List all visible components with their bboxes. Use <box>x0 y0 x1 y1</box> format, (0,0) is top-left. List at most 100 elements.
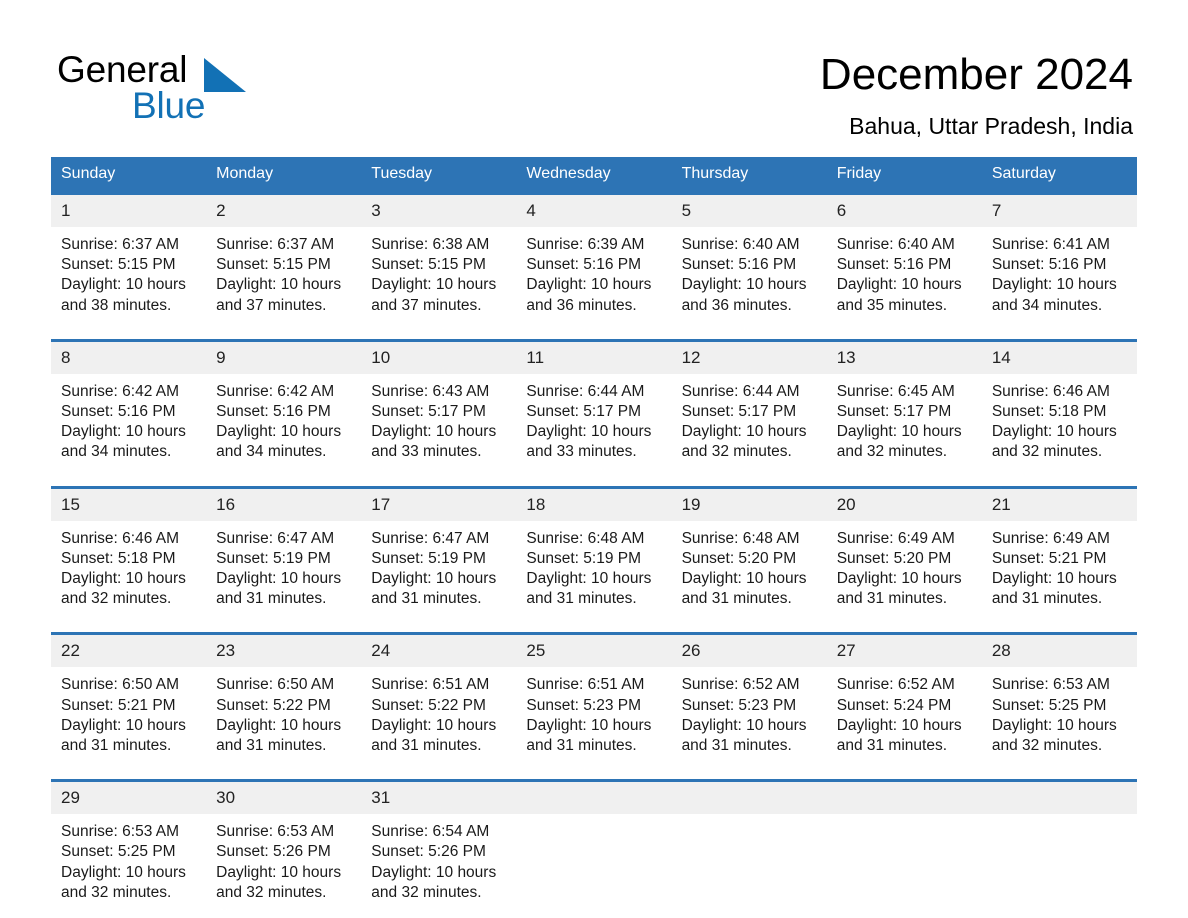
sunset-text: Sunset: 5:17 PM <box>681 403 797 421</box>
day-cell[interactable]: 25 Sunrise: 6:51 AM Sunset: 5:23 PM Dayligh… <box>516 632 672 763</box>
day-cell[interactable]: 3 Sunrise: 6:38 AM Sunset: 5:15 PM Daylight… <box>361 191 517 322</box>
day-cell[interactable]: 17 Sunrise: 6:47 AM Sunset: 5:19 PM Dayligh… <box>361 485 517 616</box>
day-cell[interactable]: 26 Sunrise: 6:52 AM Sunset: 5:23 PM Dayligh… <box>671 632 827 763</box>
sunset-text: Sunset: 5:17 PM <box>371 403 486 421</box>
sunset-text: Sunset: 5:19 PM <box>371 549 486 567</box>
sunrise-text: Sunrise: 6:49 AM <box>991 529 1110 547</box>
daylight-text: Daylight: 10 hours and 38 minutes. <box>61 276 186 314</box>
sunset-text: Sunset: 5:15 PM <box>61 256 176 274</box>
day-number: 20 <box>826 488 982 521</box>
day-cell[interactable]: 7 Sunrise: 6:41 AM Sunset: 5:16 PM Daylight… <box>981 191 1137 322</box>
week-spacer <box>51 615 1137 634</box>
daylight-text: Daylight: 10 hours and 31 minutes. <box>216 716 342 755</box>
day-number: 17 <box>361 488 517 521</box>
day-cell[interactable]: 10 Sunrise: 6:43 AM Sunset: 5:17 PM Dayligh… <box>361 338 517 469</box>
calendar-week-row: 8 Sunrise: 6:42 AM Sunset: 5:16 PM Daylight… <box>51 338 1137 469</box>
week-spacer-cell <box>51 615 1137 634</box>
sunrise-text: Sunrise: 6:38 AM <box>371 236 490 253</box>
day-cell[interactable]: 8 Sunrise: 6:42 AM Sunset: 5:16 PM Daylight… <box>51 338 207 469</box>
day-cell[interactable]: 22 Sunrise: 6:50 AM Sunset: 5:21 PM Dayligh… <box>51 632 207 763</box>
day-number <box>826 782 982 815</box>
sunrise-text: Sunrise: 6:46 AM <box>61 529 180 547</box>
day-cell[interactable]: 30 Sunrise: 6:53 AM Sunset: 5:26 PM Dayligh… <box>206 779 362 917</box>
weekday-header-sunday: Sunday <box>51 157 207 194</box>
day-cell[interactable]: 21 Sunrise: 6:49 AM Sunset: 5:21 PM Dayligh… <box>981 485 1137 616</box>
daylight-text: Daylight: 10 hours and 35 minutes. <box>836 276 962 314</box>
day-cell-body: Sunrise: 6:39 AM Sunset: 5:16 PM Daylight:… <box>516 227 671 322</box>
day-cell[interactable]: 29 Sunrise: 6:53 AM Sunset: 5:25 PM Dayligh… <box>51 779 207 917</box>
day-cell[interactable]: 23 Sunrise: 6:50 AM Sunset: 5:22 PM Dayligh… <box>206 632 362 763</box>
day-cell-body: Sunrise: 6:53 AM Sunset: 5:25 PM Daylight:… <box>982 667 1137 762</box>
day-cell[interactable]: 6 Sunrise: 6:40 AM Sunset: 5:16 PM Daylight… <box>826 191 982 322</box>
sunset-text: Sunset: 5:16 PM <box>526 256 642 274</box>
daylight-text: Daylight: 10 hours and 32 minutes. <box>991 423 1117 461</box>
triangle-icon <box>204 58 246 92</box>
day-cell[interactable]: 16 Sunrise: 6:47 AM Sunset: 5:19 PM Dayligh… <box>206 485 362 616</box>
day-cell[interactable]: 31 Sunrise: 6:54 AM Sunset: 5:26 PM Dayligh… <box>361 779 517 917</box>
sunset-text: Sunset: 5:18 PM <box>991 403 1107 421</box>
day-cell[interactable]: 13 Sunrise: 6:45 AM Sunset: 5:17 PM Dayligh… <box>826 338 982 469</box>
title-block: December 2024 Bahua, Uttar Pradesh, Indi… <box>820 48 1133 140</box>
week-spacer-cell <box>51 321 1137 341</box>
day-number: 29 <box>51 782 207 815</box>
general-blue-logo[interactable]: General Blue <box>57 50 317 128</box>
sunrise-text: Sunrise: 6:47 AM <box>216 529 335 547</box>
day-cell-body: Sunrise: 6:48 AM Sunset: 5:20 PM Daylight:… <box>672 521 827 616</box>
day-cell[interactable]: 18 Sunrise: 6:48 AM Sunset: 5:19 PM Dayligh… <box>516 485 672 616</box>
daylight-text: Daylight: 10 hours and 31 minutes. <box>681 716 807 755</box>
day-cell[interactable]: 12 Sunrise: 6:44 AM Sunset: 5:17 PM Dayligh… <box>671 338 827 469</box>
day-cell[interactable]: 11 Sunrise: 6:44 AM Sunset: 5:17 PM Dayligh… <box>516 338 672 469</box>
weekday-header-saturday: Saturday <box>981 157 1137 194</box>
day-cell[interactable]: 14 Sunrise: 6:46 AM Sunset: 5:18 PM Dayligh… <box>981 338 1137 469</box>
day-number: 3 <box>361 195 517 227</box>
day-cell[interactable]: 27 Sunrise: 6:52 AM Sunset: 5:24 PM Dayligh… <box>826 632 982 763</box>
sunrise-text: Sunrise: 6:44 AM <box>526 382 645 400</box>
day-number <box>981 782 1137 815</box>
day-cell[interactable]: 19 Sunrise: 6:48 AM Sunset: 5:20 PM Dayligh… <box>671 485 827 616</box>
location-subtitle: Bahua, Uttar Pradesh, India <box>849 113 1133 139</box>
day-cell[interactable]: 15 Sunrise: 6:46 AM Sunset: 5:18 PM Dayligh… <box>51 485 207 616</box>
day-number: 4 <box>516 195 672 227</box>
day-number: 25 <box>516 635 672 668</box>
sunrise-text: Sunrise: 6:40 AM <box>681 236 800 253</box>
day-cell-body <box>516 814 671 916</box>
daylight-text: Daylight: 10 hours and 37 minutes. <box>216 276 342 314</box>
sunset-text: Sunset: 5:17 PM <box>836 403 952 421</box>
day-cell-body: Sunrise: 6:50 AM Sunset: 5:21 PM Daylight:… <box>51 667 206 762</box>
sunset-text: Sunset: 5:22 PM <box>371 696 486 714</box>
day-cell-body <box>672 814 827 916</box>
day-number <box>516 782 672 815</box>
daylight-text: Daylight: 10 hours and 32 minutes. <box>681 423 807 461</box>
day-cell[interactable]: 24 Sunrise: 6:51 AM Sunset: 5:22 PM Dayligh… <box>361 632 517 763</box>
sunset-text: Sunset: 5:19 PM <box>526 549 642 567</box>
sunrise-text: Sunrise: 6:49 AM <box>836 529 955 547</box>
daylight-text: Daylight: 10 hours and 31 minutes. <box>991 570 1117 608</box>
sunset-text: Sunset: 5:26 PM <box>371 843 486 861</box>
week-spacer <box>51 321 1137 341</box>
daylight-text: Daylight: 10 hours and 31 minutes. <box>681 570 807 608</box>
sunset-text: Sunset: 5:16 PM <box>681 256 797 274</box>
day-number: 31 <box>361 782 517 815</box>
sunrise-text: Sunrise: 6:51 AM <box>526 676 645 694</box>
day-cell[interactable]: 2 Sunrise: 6:37 AM Sunset: 5:15 PM Daylight… <box>206 191 362 322</box>
daylight-text: Daylight: 10 hours and 32 minutes. <box>371 863 497 901</box>
day-number: 9 <box>206 341 362 374</box>
week-spacer-cell <box>51 762 1137 781</box>
sunset-text: Sunset: 5:20 PM <box>681 549 797 567</box>
day-cell[interactable]: 1 Sunrise: 6:37 AM Sunset: 5:15 PM Daylight… <box>51 191 207 322</box>
day-cell[interactable]: 20 Sunrise: 6:49 AM Sunset: 5:20 PM Dayligh… <box>826 485 982 616</box>
daylight-text: Daylight: 10 hours and 32 minutes. <box>61 863 186 901</box>
sunrise-text: Sunrise: 6:37 AM <box>61 236 180 253</box>
sunset-text: Sunset: 5:23 PM <box>526 696 642 714</box>
sunrise-text: Sunrise: 6:50 AM <box>61 676 180 694</box>
sunset-text: Sunset: 5:18 PM <box>61 549 176 567</box>
day-number: 23 <box>206 635 362 668</box>
day-cell[interactable]: 28 Sunrise: 6:53 AM Sunset: 5:25 PM Dayligh… <box>981 632 1137 763</box>
daylight-text: Daylight: 10 hours and 31 minutes. <box>371 570 497 608</box>
day-cell[interactable]: 5 Sunrise: 6:40 AM Sunset: 5:16 PM Daylight… <box>671 191 827 322</box>
day-number: 13 <box>826 341 982 374</box>
day-cell[interactable]: 9 Sunrise: 6:42 AM Sunset: 5:16 PM Daylight… <box>206 338 362 469</box>
day-cell[interactable]: 4 Sunrise: 6:39 AM Sunset: 5:16 PM Daylight… <box>516 191 672 322</box>
day-cell-body: Sunrise: 6:45 AM Sunset: 5:17 PM Daylight:… <box>827 374 982 469</box>
day-number: 10 <box>361 341 517 374</box>
